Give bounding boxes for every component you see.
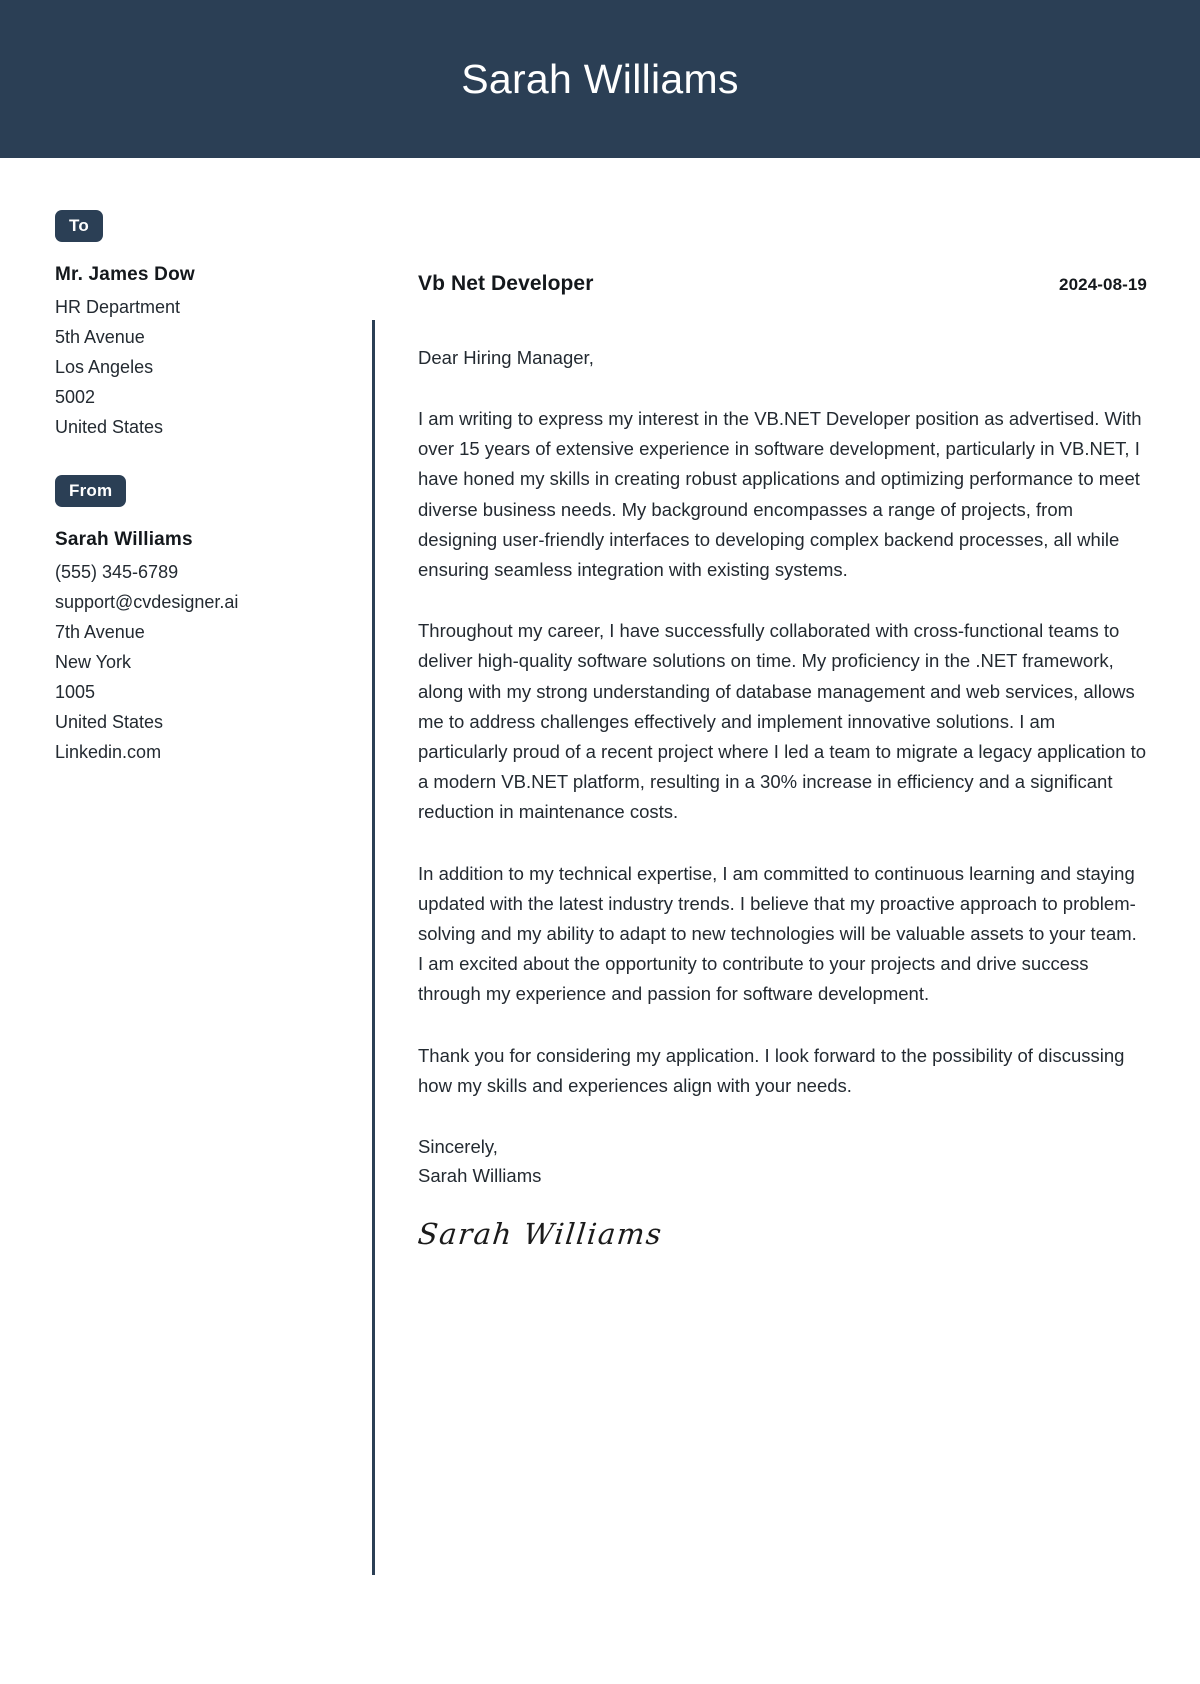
signature: Sarah Williams [416, 1217, 665, 1252]
sender-name: Sarah Williams [55, 529, 193, 550]
header-banner: Sarah Williams [0, 0, 1200, 158]
recipient-line: Los Angeles [55, 357, 154, 377]
sender-block: From Sarah Williams (555) 345-6789 suppo… [55, 475, 318, 767]
recipient-line: 5002 [55, 387, 96, 407]
recipient-line: 5th Avenue [55, 327, 145, 347]
sidebar: To Mr. James Dow HR Department 5th Avenu… [0, 210, 318, 767]
letter-paragraph: In addition to my technical expertise, I… [418, 862, 1137, 1005]
from-badge: From [55, 475, 127, 507]
job-title: Vb Net Developer [418, 272, 594, 295]
closing-block: Sincerely, Sarah Williams [418, 1132, 1147, 1190]
sender-phone: (555) 345-6789 [55, 562, 179, 582]
recipient-line: HR Department [55, 297, 181, 317]
letter-paragraph: Throughout my career, I have successfull… [418, 620, 1147, 823]
letter-column: Vb Net Developer 2024-08-19 Dear Hiring … [375, 210, 1200, 1251]
sender-line: 1005 [55, 682, 96, 702]
salutation: Dear Hiring Manager, [418, 347, 594, 368]
recipient-block: To Mr. James Dow HR Department 5th Avenu… [55, 210, 318, 442]
closing-name: Sarah Williams [418, 1165, 542, 1187]
sender-email: support@cvdesigner.ai [55, 592, 239, 612]
to-badge: To [55, 210, 103, 242]
cover-letter-page: Sarah Williams To Mr. James Dow HR Depar… [0, 0, 1200, 1684]
sender-website: Linkedin.com [55, 742, 162, 762]
recipient-name: Mr. James Dow [55, 264, 195, 285]
recipient-address: Mr. James Dow HR Department 5th Avenue L… [55, 260, 318, 442]
letter-date: 2024-08-19 [1059, 275, 1147, 294]
closing-word: Sincerely, [418, 1136, 498, 1158]
page-title: Sarah Williams [461, 55, 739, 102]
letter-paragraph: I am writing to express my interest in t… [418, 408, 1142, 581]
letter-paragraph: Thank you for considering my application… [418, 1044, 1125, 1096]
sender-line: United States [55, 712, 164, 732]
letter-header: Vb Net Developer 2024-08-19 [418, 210, 1147, 296]
sender-line: New York [55, 652, 132, 672]
recipient-line: United States [55, 417, 164, 437]
sender-line: 7th Avenue [55, 622, 145, 642]
letter-body: To Mr. James Dow HR Department 5th Avenu… [0, 158, 1200, 1575]
sender-address: Sarah Williams (555) 345-6789 support@cv… [55, 525, 318, 767]
